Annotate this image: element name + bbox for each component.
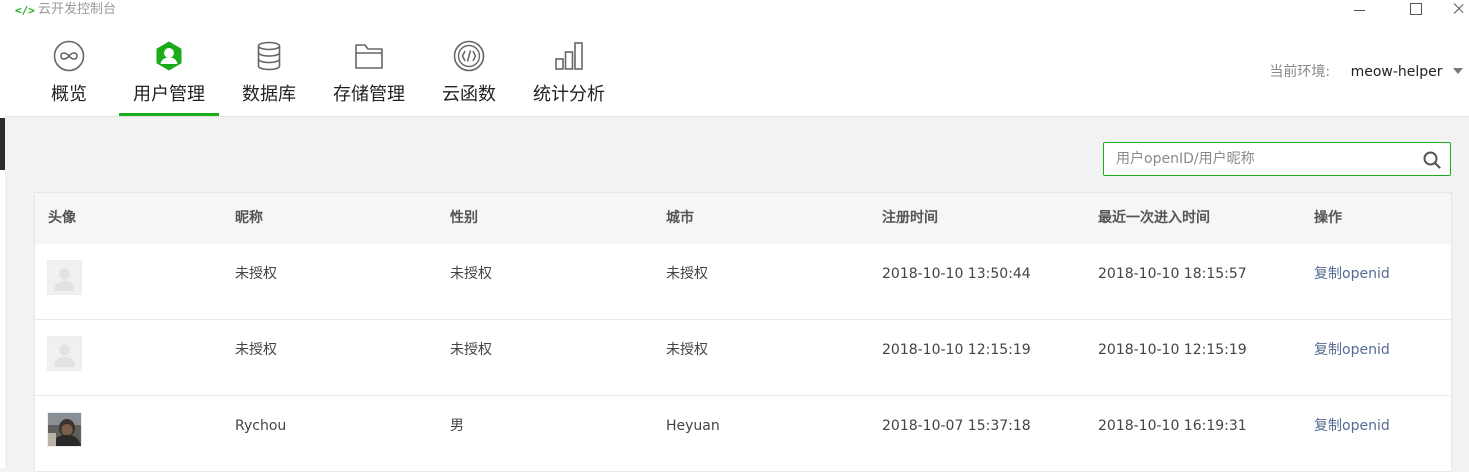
environment-label: 当前环境: <box>1269 64 1331 80</box>
function-icon <box>453 40 485 72</box>
column-header-gender: 性别 <box>450 210 478 226</box>
cell-nickname: 未授权 <box>235 342 277 358</box>
user-photo-avatar <box>48 413 81 446</box>
app-logo-icon: </> <box>15 4 35 17</box>
cell-registered: 2018-10-10 13:50:44 <box>882 266 1031 282</box>
cell-gender: 未授权 <box>450 266 492 282</box>
tab-label: 统计分析 <box>533 84 605 105</box>
close-button[interactable] <box>1445 0 1469 22</box>
tab-user-management[interactable]: 用户管理 <box>119 26 219 116</box>
column-header-registered: 注册时间 <box>882 210 938 226</box>
search-icon[interactable] <box>1423 151 1441 169</box>
cell-gender: 男 <box>450 418 464 434</box>
maximize-button[interactable] <box>1392 0 1438 22</box>
search-box <box>1103 142 1451 176</box>
default-avatar-icon <box>48 337 81 370</box>
tab-label: 存储管理 <box>333 84 405 105</box>
user-icon <box>156 41 182 71</box>
console-window: </> 云开发控制台 概览 用户管理 数据库 存储管理 云函数 统计分析 当前环… <box>5 0 1469 472</box>
avatar <box>47 260 82 295</box>
table-row: 未授权 未授权 未授权 2018-10-10 13:50:44 2018-10-… <box>35 244 1451 320</box>
cell-last-entry: 2018-10-10 18:15:57 <box>1098 266 1247 282</box>
tab-label: 云函数 <box>442 84 496 105</box>
window-title: 云开发控制台 <box>38 2 117 17</box>
cell-registered: 2018-10-07 15:37:18 <box>882 418 1031 434</box>
tab-database[interactable]: 数据库 <box>229 26 309 116</box>
tab-statistics[interactable]: 统计分析 <box>524 26 614 116</box>
cell-last-entry: 2018-10-10 12:15:19 <box>1098 342 1247 358</box>
tab-label: 用户管理 <box>133 84 205 105</box>
copy-openid-link[interactable]: 复制openid <box>1314 396 1390 472</box>
active-tab-indicator <box>119 113 219 116</box>
table-row: Rychou 男 Heyuan 2018-10-07 15:37:18 2018… <box>35 396 1451 472</box>
avatar <box>47 336 82 371</box>
table-header: 头像 昵称 性别 城市 注册时间 最近一次进入时间 操作 <box>35 193 1451 244</box>
tab-cloud-functions[interactable]: 云函数 <box>429 26 509 116</box>
folder-icon <box>355 44 383 69</box>
cell-last-entry: 2018-10-10 16:19:31 <box>1098 418 1247 434</box>
cell-nickname: 未授权 <box>235 266 277 282</box>
avatar <box>47 412 82 447</box>
users-table: 头像 昵称 性别 城市 注册时间 最近一次进入时间 操作 未授权 未授权 未授权… <box>34 192 1452 472</box>
chevron-down-icon <box>1453 68 1463 74</box>
cell-registered: 2018-10-10 12:15:19 <box>882 342 1031 358</box>
table-row: 未授权 未授权 未授权 2018-10-10 12:15:19 2018-10-… <box>35 320 1451 396</box>
column-header-actions: 操作 <box>1314 210 1342 226</box>
column-header-nickname: 昵称 <box>235 210 263 226</box>
column-header-city: 城市 <box>666 210 694 226</box>
copy-openid-link[interactable]: 复制openid <box>1314 320 1390 396</box>
tab-label: 概览 <box>51 84 87 105</box>
cell-gender: 未授权 <box>450 342 492 358</box>
overview-icon <box>53 40 85 72</box>
column-header-last-entry: 最近一次进入时间 <box>1098 210 1210 226</box>
default-avatar-icon <box>48 261 81 294</box>
tab-label: 数据库 <box>242 84 296 105</box>
title-bar: </> 云开发控制台 <box>5 0 1469 26</box>
environment-value: meow-helper <box>1350 64 1443 80</box>
column-header-avatar: 头像 <box>48 210 76 226</box>
database-icon <box>257 41 281 71</box>
cell-city: Heyuan <box>666 418 720 434</box>
minimize-button[interactable] <box>1337 0 1383 22</box>
tab-overview[interactable]: 概览 <box>29 26 109 116</box>
tab-storage[interactable]: 存储管理 <box>324 26 414 116</box>
copy-openid-link[interactable]: 复制openid <box>1314 244 1390 320</box>
cell-nickname: Rychou <box>235 418 287 434</box>
chart-icon <box>555 42 583 70</box>
cell-city: 未授权 <box>666 342 708 358</box>
cell-city: 未授权 <box>666 266 708 282</box>
environment-selector[interactable]: 当前环境: meow-helper <box>1269 62 1463 82</box>
search-input[interactable] <box>1116 143 1416 175</box>
main-nav: 概览 用户管理 数据库 存储管理 云函数 统计分析 当前环境: meow-hel… <box>5 26 1469 117</box>
